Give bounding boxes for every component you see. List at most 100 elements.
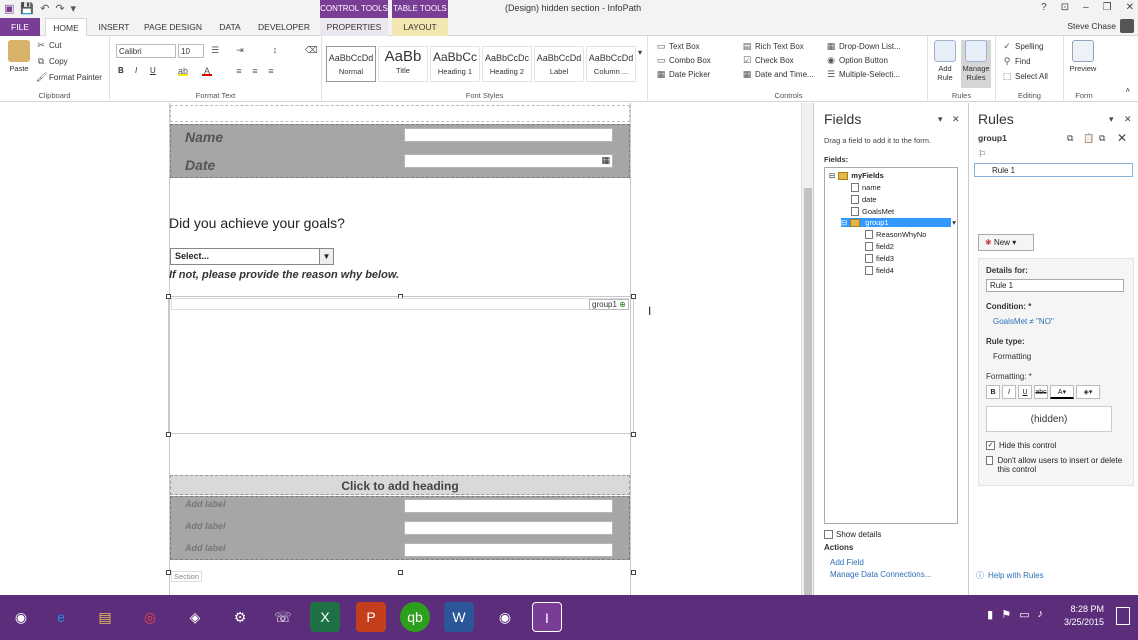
help-icon[interactable]: ?: [1041, 2, 1047, 13]
visual-studio-icon[interactable]: ◈: [180, 602, 210, 632]
styles-scroll-icon[interactable]: ▾: [638, 48, 642, 57]
control-date-and-time[interactable]: ▦ Date and Time...: [742, 69, 814, 79]
phone-icon[interactable]: ☏: [268, 602, 298, 632]
strikethrough-button[interactable]: abc: [1034, 385, 1048, 399]
find-button[interactable]: ⚲ Find: [1002, 56, 1031, 66]
close-icon[interactable]: ✕: [1126, 2, 1134, 13]
pane-options-icon[interactable]: ▾: [938, 114, 943, 125]
dont-allow-checkbox[interactable]: Don't allow users to insert or delete th…: [986, 456, 1126, 474]
internet-explorer-icon[interactable]: e: [46, 602, 76, 632]
filter-icon[interactable]: ⚐: [978, 149, 986, 160]
collapse-ribbon-icon[interactable]: ˄: [1125, 86, 1130, 95]
control-combo-box[interactable]: ▭ Combo Box: [656, 55, 711, 65]
tree-node-group1[interactable]: ⊟ group1 ▾: [841, 218, 957, 227]
style-heading-1[interactable]: AaBbCc Heading 1: [430, 46, 480, 82]
align-left-button[interactable]: ≡: [234, 66, 244, 76]
style-normal[interactable]: AaBbCcDd Normal: [326, 46, 376, 82]
table-field[interactable]: [404, 521, 613, 535]
spelling-button[interactable]: ✓ Spelling: [1002, 41, 1043, 51]
tab-developer[interactable]: DEVELOPER: [255, 18, 313, 36]
excel-icon[interactable]: X: [310, 602, 340, 632]
control-multiple-selection[interactable]: ☰ Multiple-Selecti...: [826, 69, 900, 79]
resize-handle[interactable]: [166, 432, 171, 437]
tree-node-myfields[interactable]: ⊟ myFields: [829, 171, 884, 180]
powerpoint-icon[interactable]: P: [356, 602, 386, 632]
hide-control-checkbox[interactable]: ✓ Hide this control: [986, 441, 1126, 450]
preview-button[interactable]: Preview: [1068, 40, 1098, 73]
style-title[interactable]: AaBb Title: [378, 46, 428, 82]
tree-node-reasonwhyno[interactable]: ReasonWhyNo: [865, 230, 926, 239]
table-field[interactable]: [404, 543, 613, 557]
control-rich-text-box[interactable]: ▤ Rich Text Box: [742, 41, 804, 51]
collapse-icon[interactable]: ⊟: [841, 218, 847, 227]
indent-button[interactable]: ⇥: [235, 45, 245, 55]
format-painter-button[interactable]: 🖌 Format Painter: [36, 72, 102, 82]
bullets-button[interactable]: ☰: [210, 45, 220, 55]
canvas-scrollbar[interactable]: [801, 103, 813, 628]
select-all-button[interactable]: ⬚ Select All: [1002, 71, 1048, 81]
undo-icon[interactable]: ↶: [40, 2, 49, 15]
align-center-button[interactable]: ≡: [250, 66, 260, 76]
font-color-button[interactable]: A▾: [1050, 385, 1074, 399]
tab-home[interactable]: HOME: [45, 18, 87, 37]
name-field[interactable]: [404, 128, 613, 142]
control-drop-down-list[interactable]: ▦ Drop-Down List...: [826, 41, 901, 51]
italic-button[interactable]: I: [1002, 385, 1016, 399]
bold-button[interactable]: B: [118, 66, 124, 75]
redo-icon[interactable]: ↷: [55, 2, 64, 15]
font-size-select[interactable]: 10: [178, 44, 204, 58]
reason-text-box[interactable]: [171, 298, 629, 310]
tab-insert[interactable]: INSERT: [95, 18, 133, 36]
flag-icon[interactable]: ⚑: [1001, 608, 1011, 621]
infopath-icon[interactable]: I: [532, 602, 562, 632]
align-right-button[interactable]: ≡: [266, 66, 276, 76]
resize-handle[interactable]: [398, 570, 403, 575]
checkbox-icon[interactable]: [986, 456, 994, 465]
duplicate-rule-icon[interactable]: ⧉: [1099, 133, 1105, 144]
checkbox-checked-icon[interactable]: ✓: [986, 441, 995, 450]
pane-options-icon[interactable]: ▾: [1109, 114, 1114, 125]
manage-rules-button[interactable]: Manage Rules: [961, 40, 991, 88]
condition-link[interactable]: GoalsMet ≠ "NO": [993, 317, 1054, 326]
help-with-rules-link[interactable]: ⓘ Help with Rules: [976, 570, 1044, 581]
control-text-box[interactable]: ▭ Text Box: [656, 41, 700, 51]
bold-button[interactable]: B: [986, 385, 1000, 399]
minimize-icon[interactable]: –: [1083, 2, 1089, 13]
tab-file[interactable]: FILE: [0, 18, 40, 36]
rule-name-input[interactable]: Rule 1: [986, 279, 1124, 292]
copy-rule-icon[interactable]: ⧉: [1067, 133, 1073, 144]
rule-list-item[interactable]: Rule 1: [974, 163, 1133, 177]
resize-handle[interactable]: [631, 570, 636, 575]
tree-node-goalsmet[interactable]: GoalsMet: [851, 207, 894, 216]
group1-tag[interactable]: group1 ⊕: [589, 299, 629, 310]
network-icon[interactable]: ▮: [987, 608, 993, 621]
media-icon[interactable]: ◉: [490, 602, 520, 632]
chevron-down-icon[interactable]: ▼: [319, 249, 333, 264]
paste-button[interactable]: Paste: [4, 40, 34, 73]
font-name-select[interactable]: Calibri: [116, 44, 176, 58]
start-button-icon[interactable]: ◉: [4, 600, 38, 634]
tools-icon[interactable]: ⚙: [225, 602, 255, 632]
quickbooks-icon[interactable]: qb: [400, 602, 430, 632]
control-date-picker[interactable]: ▦ Date Picker: [656, 69, 711, 79]
system-clock[interactable]: 8:28 PM 3/25/2015: [1064, 603, 1104, 629]
calendar-icon[interactable]: ▦: [601, 155, 610, 166]
add-field-link[interactable]: Add Field: [830, 558, 864, 567]
ribbon-display-icon[interactable]: ⊡: [1061, 2, 1069, 13]
clear-format-button[interactable]: ⌫: [305, 45, 318, 55]
add-label[interactable]: Add label: [185, 499, 226, 509]
control-option-button[interactable]: ◉ Option Button: [826, 55, 888, 65]
line-spacing-button[interactable]: ↕: [270, 45, 280, 55]
underline-button[interactable]: U: [150, 66, 156, 75]
battery-icon[interactable]: ▭: [1019, 608, 1029, 621]
checkbox-icon[interactable]: [824, 530, 833, 539]
delete-rule-icon[interactable]: ✕: [1117, 131, 1127, 145]
cut-button[interactable]: ✂ Cut: [36, 40, 61, 50]
copy-button[interactable]: ⧉ Copy: [36, 56, 68, 66]
new-rule-button[interactable]: ✱ New ▾: [978, 234, 1034, 251]
tab-page-design[interactable]: PAGE DESIGN: [140, 18, 206, 36]
collapse-icon[interactable]: ⊟: [829, 171, 835, 180]
date-field[interactable]: ▦: [404, 154, 613, 168]
volume-icon[interactable]: ♪: [1038, 608, 1044, 621]
word-icon[interactable]: W: [444, 602, 474, 632]
